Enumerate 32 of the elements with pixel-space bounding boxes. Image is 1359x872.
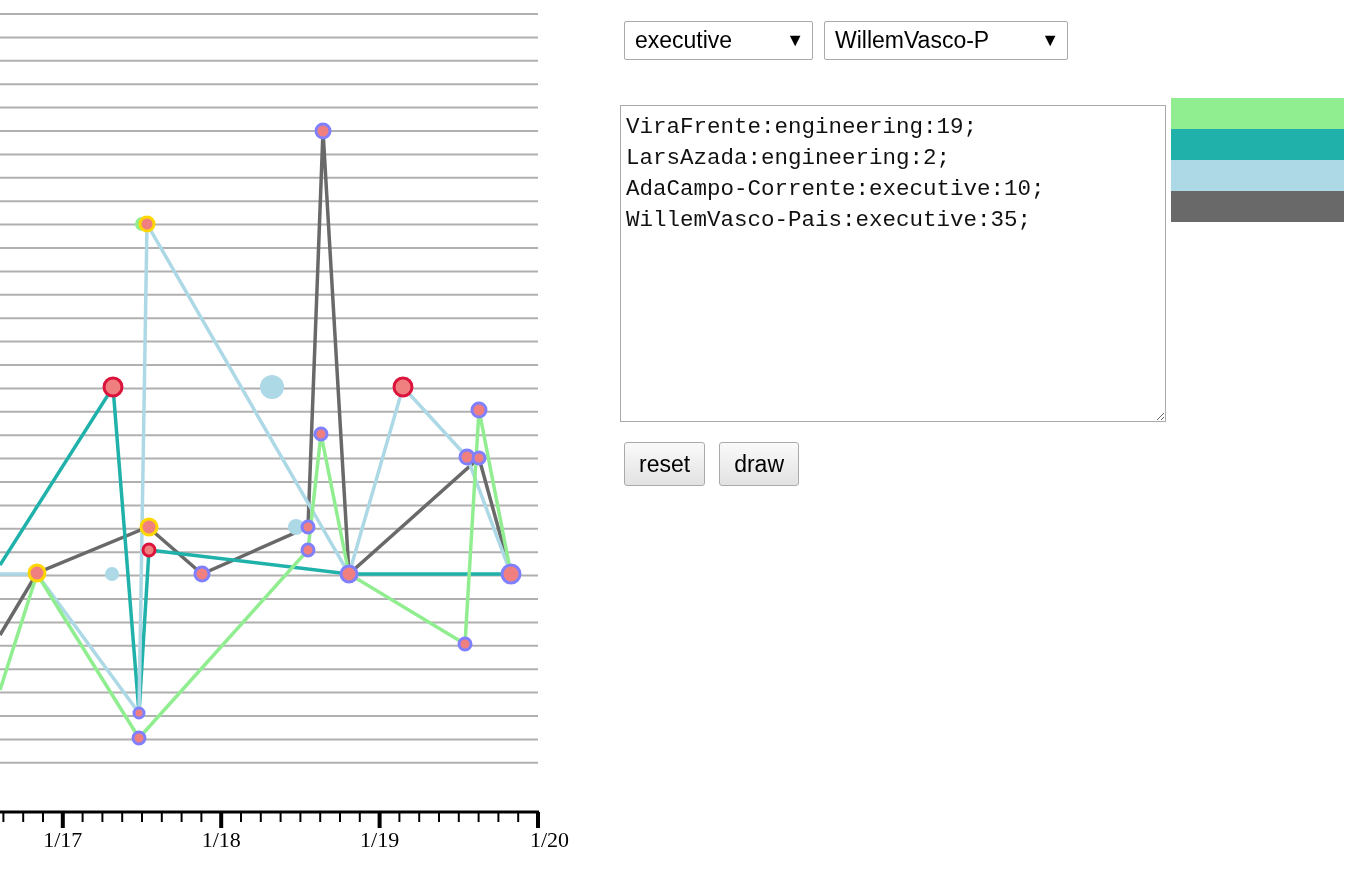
data-point — [458, 448, 476, 466]
data-point — [138, 215, 156, 233]
data-point — [132, 706, 146, 720]
data-point — [500, 563, 522, 585]
axis-label: 1/19 — [360, 827, 400, 852]
caret-icon: ▼ — [786, 27, 804, 54]
data-point — [193, 565, 211, 583]
text-area[interactable]: ViraFrente:engineering:19; LarsAzada:engineering:2; AdaCampo-Corrente:executive:10; WillemVasco-Pais:executive:35; — [620, 105, 1166, 422]
button[interactable]: draw — [719, 442, 799, 486]
axis-label: 1/18 — [201, 827, 241, 852]
data-point — [27, 563, 47, 583]
axis-label: 1/20 — [530, 827, 570, 852]
button[interactable]: reset — [624, 442, 706, 486]
data-point — [339, 564, 359, 584]
data-point — [300, 519, 316, 535]
data-point — [260, 375, 284, 399]
data-point — [457, 636, 473, 652]
data-point — [139, 517, 159, 537]
data-point — [102, 376, 124, 398]
data-point — [314, 122, 332, 140]
dropdown[interactable]: executive ▼ — [624, 21, 813, 60]
data-point — [141, 542, 157, 558]
data-point — [105, 567, 119, 581]
data-point — [471, 450, 487, 466]
data-point — [313, 426, 329, 442]
dropdown[interactable]: WillemVasco-P ▼ — [824, 21, 1068, 60]
axis-label: 1/17 — [43, 827, 83, 852]
caret-icon: ▼ — [1041, 27, 1059, 54]
data-point — [131, 730, 147, 746]
data-point — [300, 542, 316, 558]
data-point — [470, 401, 488, 419]
data-point — [392, 376, 414, 398]
